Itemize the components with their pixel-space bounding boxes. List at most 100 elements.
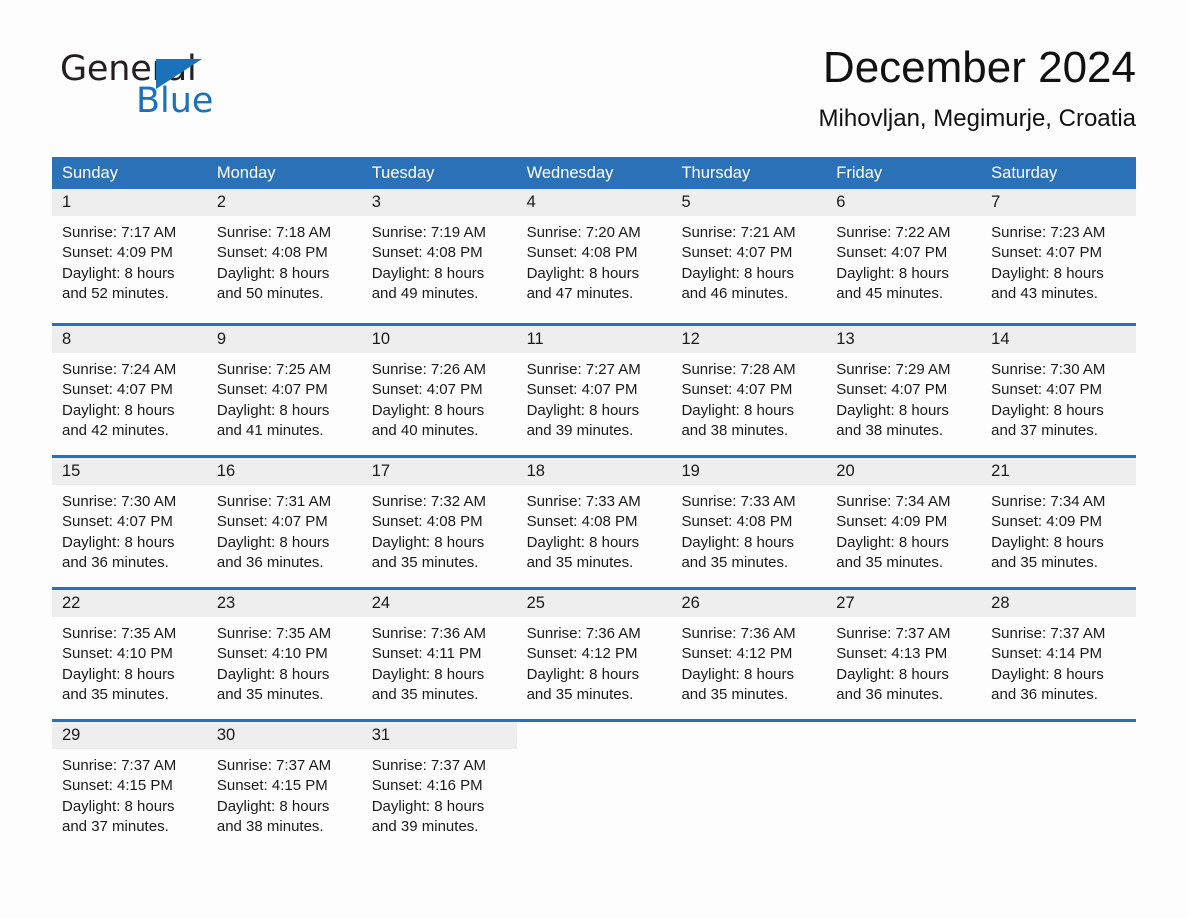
day-number: 6 — [836, 193, 846, 211]
sunrise-text: Sunrise: 7:32 AM — [371, 493, 486, 510]
daylight-text-line2: and 45 minutes. — [836, 285, 944, 303]
day-number-band: 7 — [981, 189, 1137, 216]
day-info: Sunrise: 7:33 AM Sunset: 4:08 PM Dayligh… — [671, 485, 826, 574]
daylight-text-line1: Daylight: 8 hours — [836, 264, 949, 282]
day-cell[interactable]: 8 Sunrise: 7:24 AM Sunset: 4:07 PM Dayli… — [52, 326, 207, 455]
day-cell[interactable]: 7 Sunrise: 7:23 AM Sunset: 4:07 PM Dayli… — [981, 189, 1137, 323]
day-number: 29 — [62, 726, 81, 744]
day-cell[interactable]: 18 Sunrise: 7:33 AM Sunset: 4:08 PM Dayl… — [516, 458, 672, 587]
daylight-text-line1: Daylight: 8 hours — [371, 665, 485, 683]
day-cell[interactable]: 23 Sunrise: 7:35 AM Sunset: 4:10 PM Dayl… — [206, 590, 362, 719]
day-info: Sunrise: 7:17 AM Sunset: 4:09 PM Dayligh… — [52, 216, 207, 305]
sunset-text: Sunset: 4:07 PM — [836, 381, 948, 399]
day-cell[interactable]: 11 Sunrise: 7:27 AM Sunset: 4:07 PM Dayl… — [516, 326, 672, 455]
sunrise-text: Sunrise: 7:34 AM — [991, 493, 1106, 510]
daylight-text-line2: and 41 minutes. — [216, 422, 324, 440]
sunrise-text: Sunrise: 7:37 AM — [216, 757, 332, 774]
logo-text-blue: Blue — [136, 81, 214, 121]
day-number: 3 — [371, 193, 381, 211]
sunrise-text: Sunrise: 7:19 AM — [371, 224, 486, 241]
day-cell[interactable]: 19 Sunrise: 7:33 AM Sunset: 4:08 PM Dayl… — [671, 458, 827, 587]
sunset-text: Sunset: 4:07 PM — [991, 244, 1103, 262]
day-cell[interactable]: 29 Sunrise: 7:37 AM Sunset: 4:15 PM Dayl… — [52, 722, 207, 847]
day-cell[interactable]: 1 Sunrise: 7:17 AM Sunset: 4:09 PM Dayli… — [52, 189, 207, 323]
daylight-text-line1: Daylight: 8 hours — [216, 533, 330, 551]
sunrise-text: Sunrise: 7:35 AM — [62, 625, 177, 642]
sunset-text: Sunset: 4:07 PM — [62, 381, 173, 399]
daylight-text-line1: Daylight: 8 hours — [62, 401, 175, 419]
sunset-text: Sunset: 4:09 PM — [836, 513, 948, 531]
day-info: Sunrise: 7:21 AM Sunset: 4:07 PM Dayligh… — [671, 216, 826, 305]
day-cell[interactable]: 13 Sunrise: 7:29 AM Sunset: 4:07 PM Dayl… — [826, 326, 982, 455]
day-cell[interactable]: 4 Sunrise: 7:20 AM Sunset: 4:08 PM Dayli… — [516, 189, 672, 323]
day-info: Sunrise: 7:27 AM Sunset: 4:07 PM Dayligh… — [517, 353, 672, 442]
day-cell[interactable]: 12 Sunrise: 7:28 AM Sunset: 4:07 PM Dayl… — [671, 326, 827, 455]
day-cell[interactable]: 30 Sunrise: 7:37 AM Sunset: 4:15 PM Dayl… — [206, 722, 362, 847]
daylight-text-line1: Daylight: 8 hours — [371, 264, 485, 282]
daylight-text-line2: and 39 minutes. — [371, 818, 479, 836]
sunset-text: Sunset: 4:14 PM — [991, 645, 1103, 663]
day-cell[interactable]: 26 Sunrise: 7:36 AM Sunset: 4:12 PM Dayl… — [671, 590, 827, 719]
daylight-text-line2: and 37 minutes. — [62, 818, 169, 836]
day-info: Sunrise: 7:22 AM Sunset: 4:07 PM Dayligh… — [826, 216, 981, 305]
day-number-band — [671, 722, 827, 749]
daylight-text-line2: and 46 minutes. — [681, 285, 789, 303]
day-info: Sunrise: 7:36 AM Sunset: 4:12 PM Dayligh… — [671, 617, 826, 706]
daylight-text-line2: and 49 minutes. — [371, 285, 479, 303]
sunrise-text: Sunrise: 7:22 AM — [836, 224, 951, 241]
day-number-band: 21 — [981, 458, 1137, 485]
day-number: 30 — [216, 726, 236, 744]
day-cell[interactable]: 20 Sunrise: 7:34 AM Sunset: 4:09 PM Dayl… — [826, 458, 982, 587]
day-number: 28 — [991, 594, 1010, 612]
page-subtitle: Mihovljan, Megimurje, Croatia — [818, 105, 1136, 132]
day-info: Sunrise: 7:19 AM Sunset: 4:08 PM Dayligh… — [362, 216, 517, 305]
day-cell[interactable]: 5 Sunrise: 7:21 AM Sunset: 4:07 PM Dayli… — [671, 189, 827, 323]
day-cell[interactable]: 28 Sunrise: 7:37 AM Sunset: 4:14 PM Dayl… — [981, 590, 1137, 719]
daylight-text-line2: and 35 minutes. — [836, 554, 944, 572]
day-number-band: 30 — [206, 722, 362, 749]
daylight-text-line2: and 43 minutes. — [991, 285, 1098, 303]
day-number: 2 — [216, 193, 227, 211]
day-cell[interactable]: 3 Sunrise: 7:19 AM Sunset: 4:08 PM Dayli… — [361, 189, 517, 323]
sunset-text: Sunset: 4:10 PM — [62, 645, 173, 663]
sunset-text: Sunset: 4:07 PM — [371, 381, 483, 399]
day-cell[interactable]: 2 Sunrise: 7:18 AM Sunset: 4:08 PM Dayli… — [206, 189, 362, 323]
day-info: Sunrise: 7:36 AM Sunset: 4:12 PM Dayligh… — [517, 617, 672, 706]
day-number: 11 — [526, 330, 544, 348]
sunset-text: Sunset: 4:07 PM — [526, 381, 638, 399]
day-cell[interactable]: 10 Sunrise: 7:26 AM Sunset: 4:07 PM Dayl… — [361, 326, 517, 455]
day-cell[interactable]: 14 Sunrise: 7:30 AM Sunset: 4:07 PM Dayl… — [981, 326, 1137, 455]
weekday-header-monday: Monday — [216, 164, 276, 182]
day-number: 9 — [216, 330, 227, 348]
day-number-band: 3 — [361, 189, 517, 216]
general-blue-logo[interactable]: General Blue — [60, 50, 260, 130]
day-cell[interactable]: 27 Sunrise: 7:37 AM Sunset: 4:13 PM Dayl… — [826, 590, 982, 719]
daylight-text-line1: Daylight: 8 hours — [216, 665, 330, 683]
daylight-text-line2: and 35 minutes. — [216, 686, 324, 704]
day-number-band: 15 — [52, 458, 207, 485]
sunrise-text: Sunrise: 7:35 AM — [216, 625, 332, 642]
sunrise-text: Sunrise: 7:28 AM — [681, 361, 796, 378]
day-cell[interactable]: 25 Sunrise: 7:36 AM Sunset: 4:12 PM Dayl… — [516, 590, 672, 719]
day-cell[interactable]: 17 Sunrise: 7:32 AM Sunset: 4:08 PM Dayl… — [361, 458, 517, 587]
day-number-band: 10 — [361, 326, 517, 353]
day-cell[interactable]: 6 Sunrise: 7:22 AM Sunset: 4:07 PM Dayli… — [826, 189, 982, 323]
day-cell[interactable]: 16 Sunrise: 7:31 AM Sunset: 4:07 PM Dayl… — [206, 458, 362, 587]
day-cell[interactable]: 31 Sunrise: 7:37 AM Sunset: 4:16 PM Dayl… — [361, 722, 517, 847]
daylight-text-line1: Daylight: 8 hours — [836, 401, 949, 419]
day-number: 20 — [836, 462, 855, 480]
day-info: Sunrise: 7:25 AM Sunset: 4:07 PM Dayligh… — [207, 353, 362, 442]
day-number: 23 — [216, 594, 236, 612]
day-number-band: 31 — [361, 722, 517, 749]
day-cell[interactable]: 22 Sunrise: 7:35 AM Sunset: 4:10 PM Dayl… — [52, 590, 207, 719]
daylight-text-line1: Daylight: 8 hours — [991, 264, 1104, 282]
sunset-text: Sunset: 4:09 PM — [991, 513, 1103, 531]
day-cell[interactable]: 9 Sunrise: 7:25 AM Sunset: 4:07 PM Dayli… — [206, 326, 362, 455]
day-cell[interactable]: 24 Sunrise: 7:36 AM Sunset: 4:11 PM Dayl… — [361, 590, 517, 719]
day-number: 1 — [62, 193, 72, 211]
day-cell[interactable]: 15 Sunrise: 7:30 AM Sunset: 4:07 PM Dayl… — [52, 458, 207, 587]
day-info: Sunrise: 7:23 AM Sunset: 4:07 PM Dayligh… — [981, 216, 1136, 305]
daylight-text-line2: and 47 minutes. — [526, 285, 634, 303]
day-number: 16 — [216, 462, 236, 480]
day-cell[interactable]: 21 Sunrise: 7:34 AM Sunset: 4:09 PM Dayl… — [981, 458, 1137, 587]
